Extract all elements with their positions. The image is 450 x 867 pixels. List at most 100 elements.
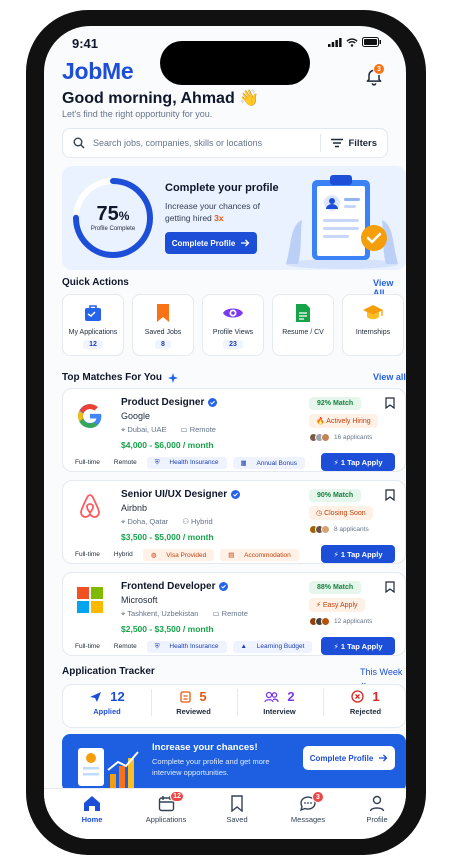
greeting-title: Good morning, Ahmad 👋: [62, 90, 260, 107]
quick-action-label: Profile Views: [212, 329, 254, 336]
tracker-interview[interactable]: 2 Interview: [237, 689, 321, 716]
bookmark-toggle-icon[interactable]: [385, 581, 395, 593]
arrow-right-icon: [379, 754, 388, 762]
one-tap-apply-button[interactable]: ⚡ 1 Tap Apply: [321, 453, 395, 471]
search-icon: [73, 137, 85, 149]
top-matches-title: Top Matches For You: [62, 372, 179, 383]
job-tags: Full-time Remote ⛨ Health Insurance ▦ An…: [71, 457, 305, 469]
battery-icon: [362, 37, 381, 47]
verified-badge-icon: [208, 398, 218, 407]
applicant-avatars: [309, 617, 330, 626]
monitor-icon: ▭: [212, 609, 220, 618]
arrow-right-icon: [241, 239, 250, 247]
document-icon: [296, 304, 310, 322]
match-badge: 92% Match: [309, 397, 362, 410]
quick-action-label: Resume / CV: [282, 329, 324, 336]
banner-complete-profile-button[interactable]: Complete Profile: [303, 746, 395, 770]
quick-action-label: Internships: [355, 329, 391, 336]
applicants: 12 applicants: [309, 617, 372, 626]
job-title: Product Designer: [121, 397, 218, 408]
complete-profile-button[interactable]: Complete Profile: [165, 232, 257, 254]
home-icon: [84, 796, 100, 811]
lightning-icon: ⚡: [333, 641, 339, 651]
quick-action-saved-jobs[interactable]: Saved Jobs 8: [132, 294, 194, 356]
status-icons: [328, 37, 382, 47]
wifi-icon: [346, 37, 358, 47]
nav-applications[interactable]: Applications 12: [136, 791, 196, 824]
clipboard-icon: [180, 691, 192, 703]
dynamic-island: [160, 41, 310, 85]
quick-action-count: 8: [155, 340, 171, 349]
monitor-icon: ▭: [180, 425, 188, 434]
eye-icon: [223, 308, 243, 318]
quick-action-label: My Applications: [68, 329, 118, 336]
lightning-icon: ⚡: [333, 457, 339, 467]
match-badge: 90% Match: [309, 489, 362, 502]
banner-text: Complete your profile and get more interv…: [152, 757, 270, 777]
nav-home[interactable]: Home: [62, 795, 122, 824]
x-circle-icon: [351, 690, 365, 703]
briefcase-icon: [85, 305, 101, 321]
tracker-applied[interactable]: 12 Applied: [65, 689, 149, 716]
globe-icon: ◍: [150, 552, 157, 559]
job-location: ⌖ Doha, Qatar ⚇ Hybrid: [121, 517, 213, 526]
notification-badge: 3: [373, 63, 385, 75]
shield-icon: ⛨: [154, 459, 160, 466]
shield-icon: ⛨: [154, 643, 160, 650]
clipboard-illustration: [286, 175, 398, 269]
match-badge: 88% Match: [309, 581, 362, 594]
tracker-reviewed[interactable]: 5 Reviewed: [151, 689, 235, 716]
search-input[interactable]: Search jobs, companies, skills or locati…: [93, 138, 320, 148]
filters-label: Filters: [348, 137, 377, 149]
status-time: 9:41: [72, 36, 99, 51]
send-icon: [90, 691, 102, 702]
one-tap-apply-button[interactable]: ⚡ 1 Tap Apply: [321, 637, 395, 655]
building-icon: ▤: [228, 552, 235, 559]
company-name: Google: [121, 411, 151, 421]
job-card-frontend-developer[interactable]: Frontend Developer Microsoft ⌖ Tashkent,…: [62, 572, 406, 656]
nav-badge: 3: [312, 791, 324, 803]
user-icon: [369, 795, 385, 812]
nav-profile[interactable]: Profile: [347, 795, 406, 824]
bookmark-toggle-icon[interactable]: [385, 397, 395, 409]
quick-action-profile-views[interactable]: Profile Views 23: [202, 294, 264, 356]
verified-badge-icon: [219, 582, 229, 591]
quick-action-count: 23: [223, 340, 243, 349]
app-screen: 9:41 JobMe 3 Good morning, Ahmad 👋 Let's…: [44, 26, 406, 839]
notifications-button[interactable]: 3: [364, 63, 386, 89]
quick-action-my-applications[interactable]: My Applications 12: [62, 294, 124, 356]
filters-button[interactable]: Filters: [321, 138, 387, 149]
status-badge: ⚡ Easy Apply: [309, 598, 365, 612]
increase-chances-banner: Increase your chances! Complete your pro…: [62, 734, 406, 792]
quick-action-count: 12: [83, 340, 103, 349]
application-tracker: 12 Applied 5 Reviewed 2 Interview 1 Reje…: [62, 684, 406, 728]
nav-badge: 12: [170, 791, 184, 802]
job-tags: Full-time Remote ⛨ Health Insurance ▲ Le…: [71, 641, 313, 653]
profile-percent: 75%: [96, 203, 130, 225]
quick-action-internships[interactable]: Internships: [342, 294, 404, 356]
profile-percent-caption: Profile Complete: [90, 226, 136, 232]
top-matches-view-all[interactable]: View all: [373, 372, 406, 382]
bookmark-icon: [231, 795, 243, 812]
tracker-rejected[interactable]: 1 Rejected: [323, 689, 406, 716]
quick-action-label: Saved Jobs: [144, 329, 182, 336]
profile-card-text: Increase your chances of getting hired 3…: [165, 201, 260, 223]
clock-icon: ◷: [316, 510, 323, 517]
calendar-icon: ▦: [240, 460, 247, 467]
status-badge: ◷ Closing Soon: [309, 506, 373, 520]
fire-icon: 🔥: [316, 418, 325, 425]
job-salary: $2,500 - $3,500 / month: [121, 624, 214, 634]
job-card-senior-ui-ux-designer[interactable]: Senior UI/UX Designer Airbnb ⌖ Doha, Qat…: [62, 480, 406, 564]
job-card-product-designer[interactable]: Product Designer Google ⌖ Dubai, UAE ▭ R…: [62, 388, 406, 472]
microsoft-logo-icon: [77, 587, 103, 613]
people-icon: ⚇: [182, 517, 189, 526]
nav-saved[interactable]: Saved: [207, 795, 267, 824]
one-tap-apply-button[interactable]: ⚡ 1 Tap Apply: [321, 545, 395, 563]
location-pin-icon: ⌖: [121, 609, 126, 618]
quick-action-resume[interactable]: Resume / CV: [272, 294, 334, 356]
app-logo: JobMe: [62, 58, 134, 84]
bookmark-toggle-icon[interactable]: [385, 489, 395, 501]
nav-messages[interactable]: Messages 3: [278, 791, 338, 824]
search-bar[interactable]: Search jobs, companies, skills or locati…: [62, 128, 388, 158]
users-icon: [264, 691, 280, 702]
